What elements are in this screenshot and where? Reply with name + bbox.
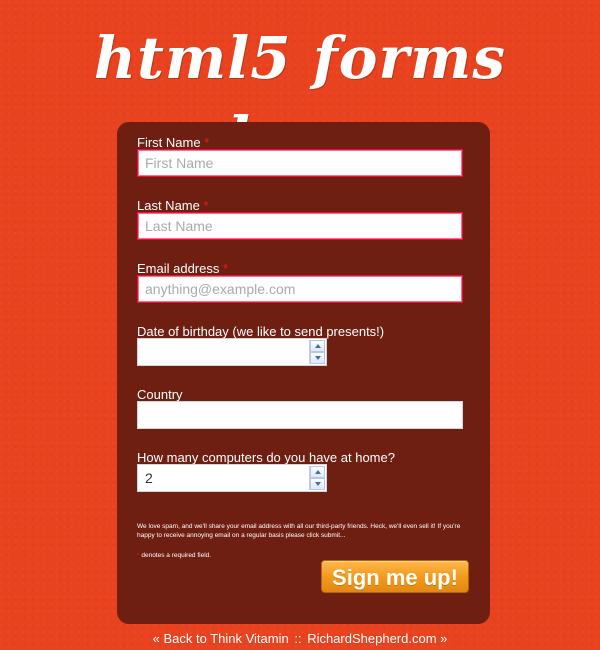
computers-number-input[interactable]: 2: [137, 464, 327, 492]
computers-spin-down-button[interactable]: [310, 478, 325, 490]
computers-value: 2: [145, 470, 153, 486]
email-input[interactable]: anything@example.com: [137, 275, 463, 303]
birthday-input[interactable]: [137, 338, 327, 366]
required-field-note: * denotes a required field.: [137, 551, 467, 560]
first-name-label-text: First Name: [137, 135, 201, 150]
privacy-notice: We love spam, and we'll share your email…: [137, 523, 461, 539]
email-placeholder: anything@example.com: [145, 281, 296, 297]
last-name-label-text: Last Name: [137, 198, 200, 213]
back-to-think-vitamin-link[interactable]: Back to Think Vitamin: [163, 631, 288, 646]
last-name-input[interactable]: Last Name: [137, 212, 463, 240]
footer-separator: ::: [294, 631, 302, 646]
chevron-up-icon: [315, 344, 321, 348]
required-marker: *: [203, 198, 209, 213]
sign-up-button[interactable]: Sign me up!: [321, 560, 469, 593]
required-marker: *: [223, 261, 229, 276]
chevron-up-icon: [315, 470, 321, 474]
computers-spinner[interactable]: [309, 466, 325, 490]
required-note-marker: *: [137, 552, 140, 559]
required-note-text: denotes a required field.: [141, 552, 212, 559]
required-marker: *: [204, 135, 210, 150]
footer-prefix: «: [152, 631, 160, 646]
first-name-input[interactable]: First Name: [137, 149, 463, 177]
email-label-text: Email address: [137, 261, 220, 276]
chevron-down-icon: [315, 356, 321, 360]
birthday-spin-down-button[interactable]: [310, 352, 325, 364]
footer-links: « Back to Think Vitamin :: RichardShephe…: [0, 631, 600, 647]
birthday-spin-up-button[interactable]: [310, 340, 325, 352]
birthday-spinner[interactable]: [309, 340, 325, 364]
richard-shepherd-link[interactable]: RichardShepherd.com: [307, 631, 436, 646]
first-name-placeholder: First Name: [145, 155, 214, 171]
chevron-down-icon: [315, 482, 321, 486]
footer-suffix: »: [440, 631, 448, 646]
country-input[interactable]: [137, 401, 463, 429]
computers-spin-up-button[interactable]: [310, 466, 325, 478]
last-name-placeholder: Last Name: [145, 218, 213, 234]
